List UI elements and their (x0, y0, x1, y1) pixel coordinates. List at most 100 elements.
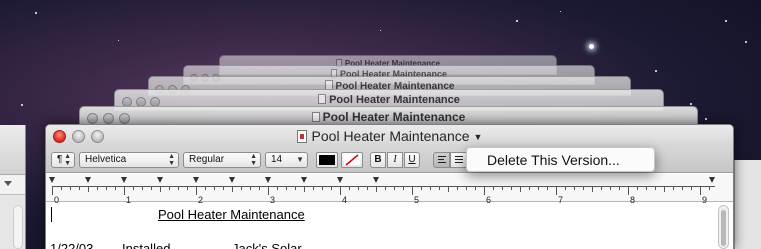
star (516, 20, 518, 22)
right-margin-marker[interactable] (709, 177, 715, 183)
row-vendor: Jack's Solar (232, 241, 302, 249)
ruler-tick (187, 187, 188, 190)
ruler-tick (142, 187, 143, 190)
font-family-popup[interactable]: Helvetica ▲ ▼ (79, 152, 179, 168)
star (655, 70, 657, 72)
version-title: Pool Heater Maintenance (329, 94, 460, 106)
ruler-tick (493, 187, 494, 190)
no-color-icon (345, 154, 359, 166)
delete-version-menu-item[interactable]: Delete This Version... (487, 152, 620, 168)
ruler-tick (565, 187, 566, 190)
updown-arrows-icon: ▲ ▼ (250, 153, 257, 167)
ruler-tick (340, 187, 341, 195)
ruler-tick (619, 187, 620, 190)
star (745, 41, 747, 43)
bold-button[interactable]: B (370, 152, 386, 168)
vertical-scrollbar[interactable] (718, 205, 729, 249)
ruler-tick (673, 187, 674, 190)
chevron-down-icon: ▼ (296, 155, 304, 164)
ruler-tick (178, 187, 179, 190)
title-bar[interactable]: Pool Heater Maintenance ▼ (46, 125, 733, 149)
highlight-color-well[interactable] (341, 152, 363, 168)
ruler[interactable]: 0123456789 (46, 174, 733, 205)
scrollbar[interactable] (13, 205, 23, 249)
ruler-tick (511, 187, 512, 190)
ruler-tick (169, 187, 170, 190)
ruler-tick (592, 187, 593, 192)
triangle-down-icon: ▼ (473, 132, 483, 142)
tab-stop-marker[interactable] (49, 177, 55, 183)
star (690, 103, 692, 105)
align-center-button[interactable] (450, 152, 467, 168)
ruler-tick (394, 187, 395, 190)
ruler-tick (457, 187, 458, 190)
ruler-tick (646, 187, 647, 190)
ruler-tick (376, 187, 377, 192)
underline-button[interactable]: U (404, 152, 420, 168)
tab-stop-marker[interactable] (85, 177, 91, 183)
ruler-tick (277, 187, 278, 190)
ruler-tick (664, 187, 665, 192)
paragraph-style-popup[interactable]: ¶ ▲ ▼ (51, 152, 75, 168)
ruler-tick (466, 187, 467, 190)
ruler-tick (421, 187, 422, 190)
ruler-tick (367, 187, 368, 190)
ruler-tick (61, 187, 62, 190)
ruler-tick (583, 187, 584, 190)
ruler-tick (115, 187, 116, 190)
ruler-tick (295, 187, 296, 190)
ruler-tick (304, 187, 305, 192)
ruler-tick (691, 187, 692, 190)
italic-button[interactable]: I (387, 152, 403, 168)
document-text-area[interactable]: Pool Heater Maintenance 1/22/03 Installe… (46, 203, 733, 249)
ruler-tick (709, 187, 710, 190)
document-icon (296, 130, 307, 143)
window-title: Pool Heater Maintenance (311, 128, 470, 144)
ruler-tick (610, 187, 611, 190)
ruler-tick (133, 187, 134, 190)
ruler-tick (556, 187, 557, 195)
tab-stop-marker[interactable] (337, 177, 343, 183)
ruler-tick (430, 187, 431, 190)
ruler-tick (439, 187, 440, 190)
star (705, 118, 707, 120)
ruler-tick (124, 187, 125, 195)
ruler-tick (700, 187, 701, 195)
tab-stop-marker[interactable] (121, 177, 127, 183)
ruler-tick (484, 187, 485, 195)
tab-stop-marker[interactable] (193, 177, 199, 183)
ruler-tick (574, 187, 575, 190)
tab-stop-marker[interactable] (229, 177, 235, 183)
version-menu: Delete This Version... (466, 147, 655, 172)
ruler-tick (52, 187, 53, 195)
document-window[interactable]: Pool Heater Maintenance ▼ ¶ ▲ ▼ Helvetica ▲ ▼… (45, 124, 734, 249)
paragraph-style-label: ¶ (57, 154, 63, 165)
font-style-popup[interactable]: Regular ▲ ▼ (183, 152, 261, 168)
updown-arrows-icon: ▲ ▼ (64, 153, 71, 167)
ruler-tick (106, 187, 107, 190)
text-color-well[interactable] (316, 152, 338, 168)
tab-stop-marker[interactable] (265, 177, 271, 183)
ruler-tick (313, 187, 314, 190)
font-size-combo[interactable]: 14 ▼ (265, 152, 308, 168)
star (725, 20, 727, 22)
window-title-menu[interactable]: Pool Heater Maintenance ▼ (46, 128, 733, 144)
align-left-button[interactable] (433, 152, 450, 168)
version-title: Pool Heater Maintenance (322, 110, 466, 124)
ruler-tick (223, 187, 224, 190)
ruler-tick (358, 187, 359, 190)
ruler-tick (151, 187, 152, 190)
tab-stop-marker[interactable] (301, 177, 307, 183)
ruler-tick (196, 187, 197, 195)
row-action: Installed (122, 241, 171, 249)
ruler-tick (349, 187, 350, 190)
tab-stop-marker[interactable] (373, 177, 379, 183)
star (589, 44, 594, 49)
star (380, 30, 381, 31)
tab-stop-marker[interactable] (157, 177, 163, 183)
ruler-tick (538, 187, 539, 190)
ruler-tick (79, 187, 80, 190)
ruler-tick (331, 187, 332, 190)
ruler-tick (241, 187, 242, 190)
ruler-tick (322, 187, 323, 190)
